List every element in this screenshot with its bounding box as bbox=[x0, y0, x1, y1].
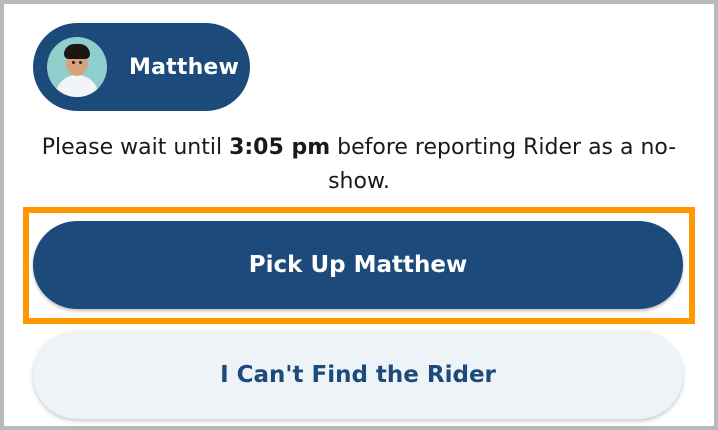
cant-find-rider-button[interactable]: I Can't Find the Rider bbox=[33, 331, 683, 419]
message-suffix: before reporting Rider as a no-show. bbox=[328, 135, 677, 194]
rider-chip: Matthew bbox=[33, 23, 250, 111]
wait-until-time: 3:05 pm bbox=[229, 135, 331, 160]
pick-up-rider-button[interactable]: Pick Up Matthew bbox=[33, 221, 683, 309]
cant-find-rider-label: I Can't Find the Rider bbox=[220, 362, 496, 388]
rider-name: Matthew bbox=[129, 54, 240, 80]
no-show-wait-message: Please wait until 3:05 pm before reporti… bbox=[24, 131, 694, 199]
rider-avatar bbox=[47, 37, 107, 97]
message-prefix: Please wait until bbox=[41, 135, 230, 160]
pick-up-rider-label: Pick Up Matthew bbox=[248, 252, 468, 278]
